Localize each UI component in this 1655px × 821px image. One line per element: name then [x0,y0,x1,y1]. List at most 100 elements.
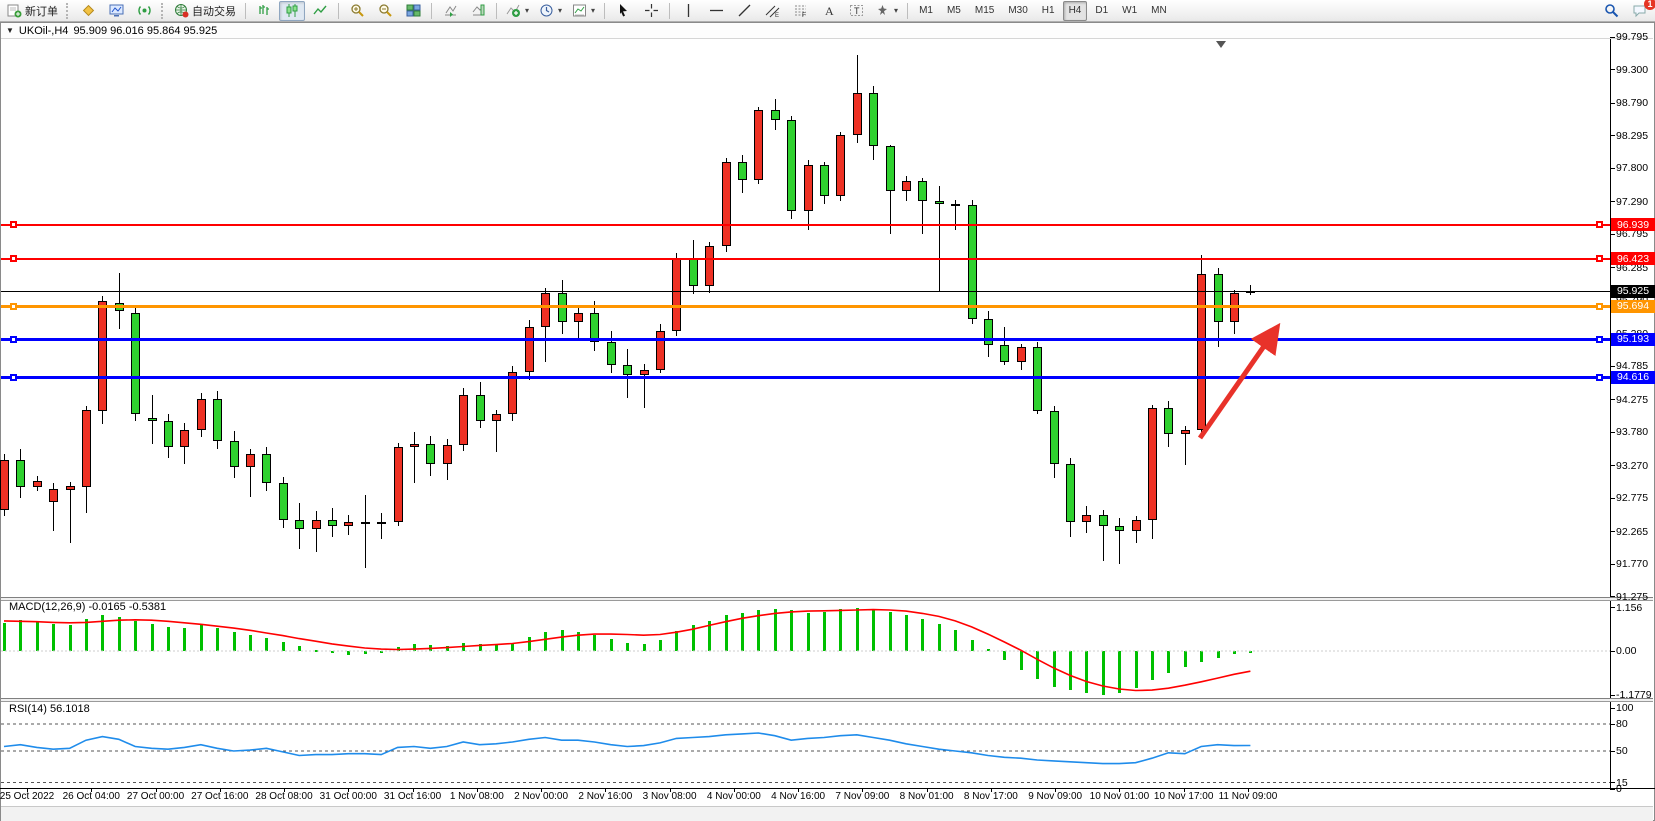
candle [754,110,763,180]
macd-histogram-bar [839,609,842,651]
macd-histogram-bar [19,620,22,651]
macd-histogram-bar [249,635,252,651]
macd-axis-tick [1610,651,1615,652]
candle [459,395,468,446]
candle [476,395,485,421]
price-axis-tick [1610,531,1615,532]
hline-support-1[interactable] [1,338,1610,341]
hline-marker-support-2[interactable] [10,374,17,381]
candle [902,181,911,191]
chart-shift-marker[interactable] [1216,41,1226,48]
macd-histogram-bar [1118,651,1121,693]
price-axis-label: 92.265 [1616,526,1648,538]
macd-histogram-bar [1184,651,1187,667]
rsi-axis-tick [1610,782,1615,783]
candle [180,430,189,448]
candle [541,293,550,327]
macd-axis-label: -1.1779 [1616,689,1652,701]
candle [820,165,829,195]
rsi-axis-label: 50 [1616,745,1628,757]
hline-marker-support-1[interactable] [1596,336,1603,343]
time-axis-label: 7 Nov 09:00 [835,791,889,802]
candle-wick [119,273,120,329]
candle [574,313,583,323]
hline-resistance-2[interactable] [1,258,1610,260]
candle [1066,464,1075,522]
price-axis-tick [1610,69,1615,70]
hline-marker-support-1[interactable] [10,336,17,343]
rsi-axis-tick [1610,724,1615,725]
hline-support-2[interactable] [1,376,1610,379]
macd-histogram-bar [823,612,826,651]
time-axis-label: 8 Nov 01:00 [900,791,954,802]
candle [328,520,337,527]
macd-histogram-bar [413,644,416,651]
macd-histogram-bar [183,628,186,651]
macd-histogram-bar [987,649,990,651]
macd-histogram-bar [626,643,629,651]
candle [262,454,271,484]
candle [98,301,107,411]
price-axis-tick [1610,135,1615,136]
rsi-axis-tick [1610,708,1615,709]
candle-wick [414,432,415,483]
macd-histogram-bar [954,630,957,651]
macd-histogram-bar [511,643,514,651]
rsi-indicator-label: RSI(14) 56.1018 [9,703,90,715]
price-badge-resistance-1: 96.939 [1611,218,1655,231]
candle [1017,347,1026,362]
hline-resistance-1[interactable] [1,224,1610,226]
hline-pivot-orange[interactable] [1,305,1610,308]
price-axis-tick [1610,564,1615,565]
candle [443,445,452,463]
time-axis-label: 4 Nov 16:00 [771,791,825,802]
macd-histogram-bar [118,617,121,651]
rsi-axis-label: 100 [1616,702,1634,714]
hline-marker-resistance-1[interactable] [1596,221,1603,228]
candle [1214,274,1223,323]
candle [0,460,9,509]
candle [164,421,173,447]
candle [836,135,845,195]
macd-histogram-bar [495,645,498,651]
window-bottom-strip [1,806,1653,821]
candle [869,93,878,147]
candle [853,93,862,136]
macd-histogram-bar [52,624,55,651]
hline-current-price[interactable] [1,291,1610,292]
candle [1164,408,1173,434]
macd-histogram-bar [380,651,383,653]
price-axis-tick [1610,234,1615,235]
price-axis-label: 93.270 [1616,460,1648,472]
hline-marker-resistance-2[interactable] [1596,255,1603,262]
candle [689,259,698,287]
macd-histogram-bar [675,631,678,651]
candle [197,399,206,429]
macd-histogram-bar [3,623,6,651]
price-axis-tick [1610,596,1615,597]
price-axis-tick [1610,399,1615,400]
hline-marker-resistance-1[interactable] [10,221,17,228]
candle [394,447,403,521]
candle [295,520,304,530]
hline-marker-pivot-orange[interactable] [1596,303,1603,310]
hline-marker-pivot-orange[interactable] [10,303,17,310]
macd-pane-separator[interactable] [1,597,1653,601]
macd-histogram-bar [347,651,350,655]
hline-marker-resistance-2[interactable] [10,255,17,262]
macd-histogram-bar [544,632,547,651]
hline-marker-support-2[interactable] [1596,374,1603,381]
macd-histogram-bar [528,637,531,651]
time-axis-label: 8 Nov 17:00 [964,791,1018,802]
candle-wick [1119,518,1120,564]
macd-axis-tick [1610,607,1615,608]
candle [426,444,435,464]
candle [312,520,321,530]
rsi-axis-label: 0 [1616,783,1622,795]
price-axis-tick [1610,37,1615,38]
candle [525,327,534,372]
macd-histogram-bar [725,615,728,651]
price-badge-resistance-2: 96.423 [1611,252,1655,265]
candle [1197,274,1206,430]
rsi-pane-separator[interactable] [1,698,1653,702]
